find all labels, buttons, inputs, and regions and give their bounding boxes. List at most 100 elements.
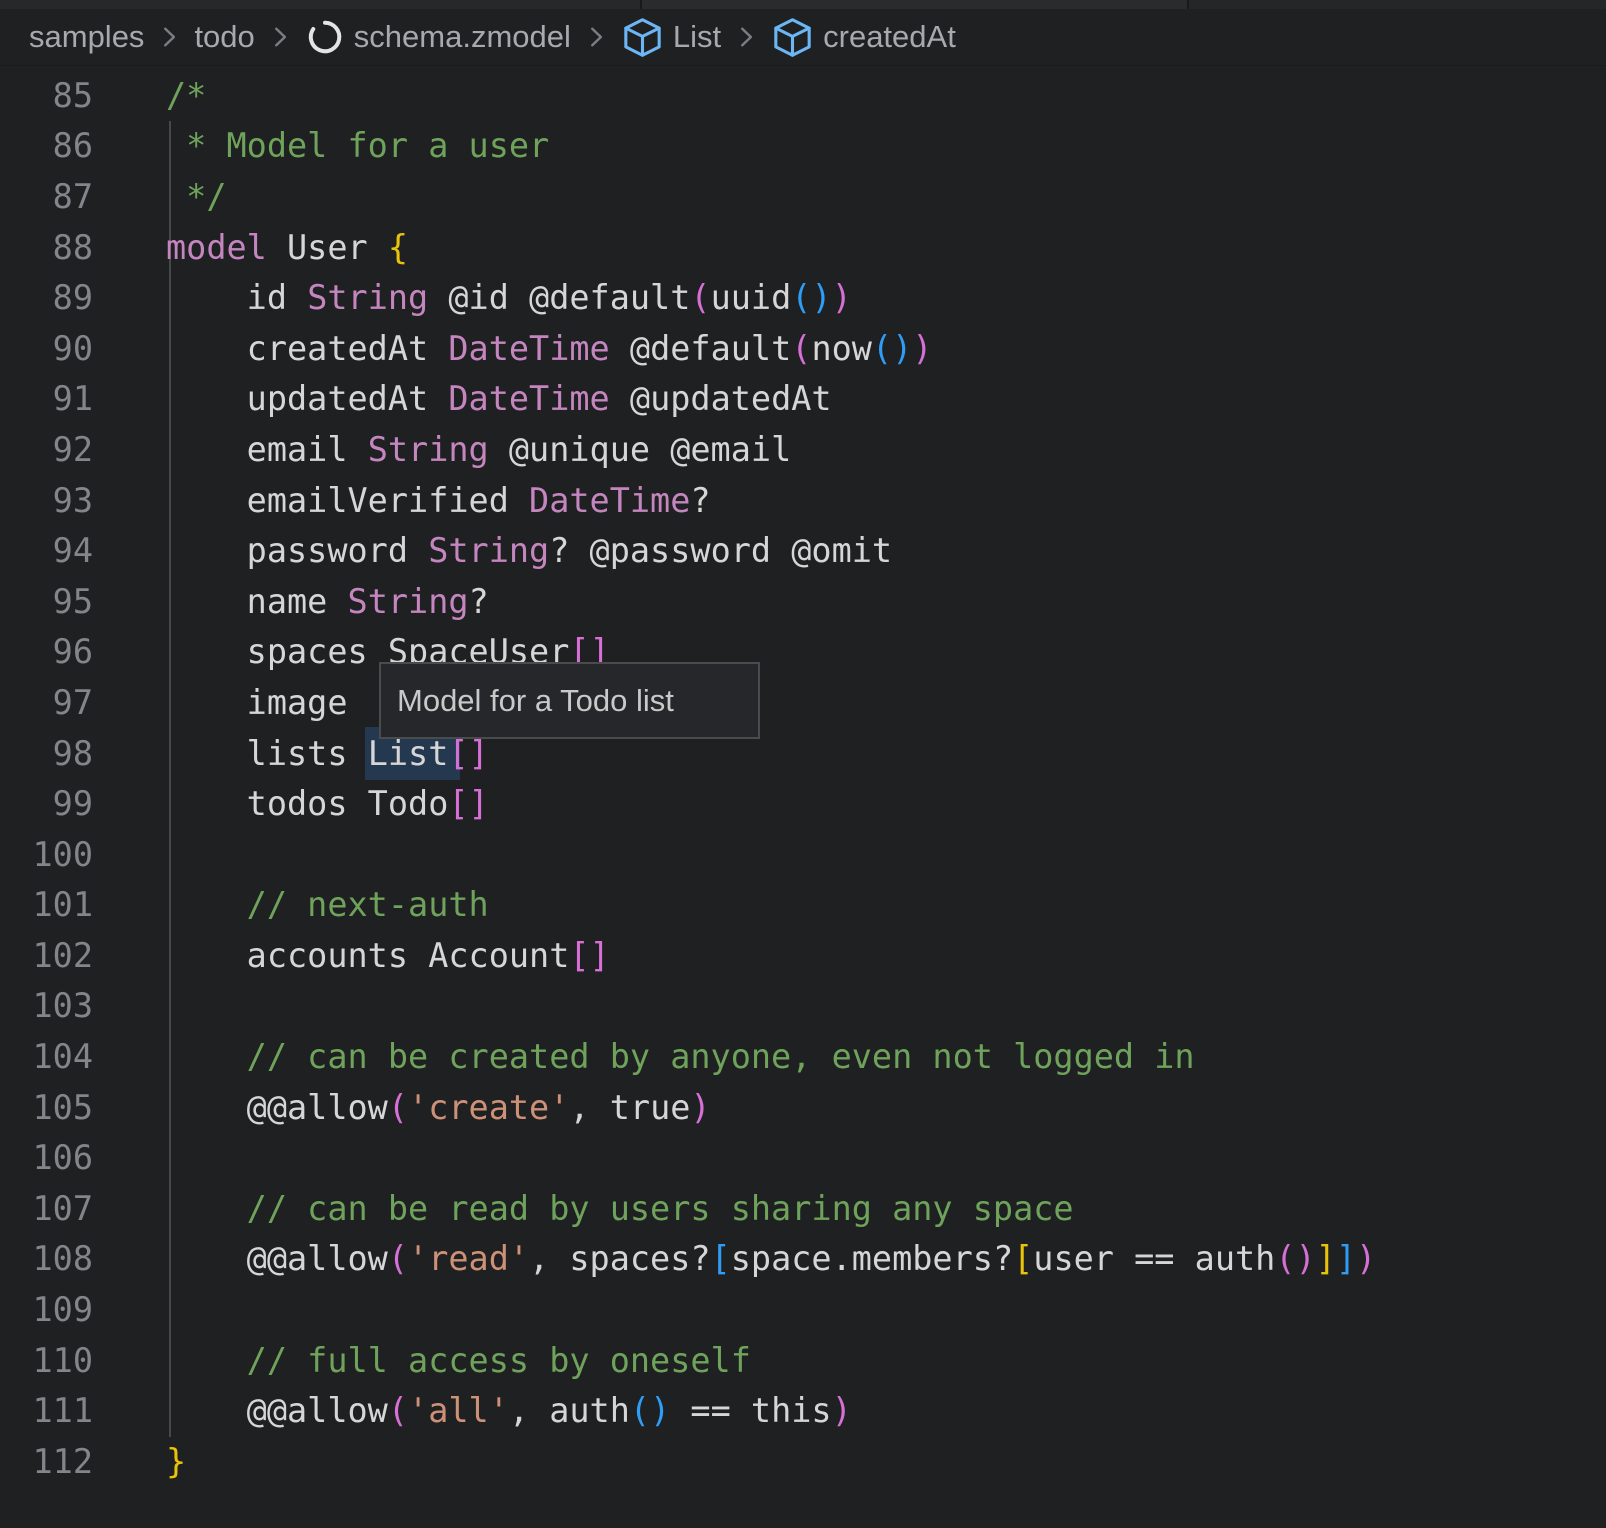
breadcrumb-item-list[interactable]: List: [621, 16, 721, 59]
code-line-text[interactable]: lists List[]: [93, 734, 489, 773]
tab-segment: [1189, 0, 1606, 9]
code-token: user == auth: [1033, 1239, 1275, 1278]
code-token: String: [368, 430, 489, 469]
code-line-text[interactable]: password String? @password @omit: [93, 531, 892, 570]
code-line-96: 96 spaces SpaceUser[]: [0, 627, 1606, 678]
code-token: id: [166, 278, 307, 317]
code-token: ]: [1316, 1239, 1336, 1278]
code-line-91: 91 updatedAt DateTime @updatedAt: [0, 374, 1606, 425]
line-number: 103: [0, 986, 93, 1025]
code-token: (): [791, 278, 831, 317]
code-line-85: 85/*: [0, 70, 1606, 121]
line-number: 86: [0, 126, 93, 165]
code-line-text[interactable]: name String?: [93, 582, 489, 621]
code-token: DateTime: [448, 329, 609, 368]
code-line-text[interactable]: updatedAt DateTime @updatedAt: [93, 379, 832, 418]
code-token: []: [448, 734, 488, 773]
code-token: (: [388, 1391, 408, 1430]
line-number: 110: [0, 1341, 93, 1380]
code-line-92: 92 email String @unique @email: [0, 424, 1606, 475]
breadcrumb: samples todo schema.zmodel List createdAt: [0, 9, 1606, 66]
code-token: (): [1275, 1239, 1315, 1278]
line-number: 108: [0, 1239, 93, 1278]
code-line-text[interactable]: */: [93, 177, 227, 216]
code-token: []: [569, 936, 609, 975]
code-line-109: 109: [0, 1284, 1606, 1335]
vscode-editor-window: { "breadcrumb": { "items": [ {"label": "…: [0, 0, 1606, 1528]
line-number: 111: [0, 1391, 93, 1430]
code-line-text[interactable]: // can be created by anyone, even not lo…: [93, 1037, 1195, 1076]
code-line-text[interactable]: }: [93, 1442, 186, 1481]
code-line-text[interactable]: @@allow('all', auth() == this): [93, 1391, 852, 1430]
code-line-111: 111 @@allow('all', auth() == this): [0, 1385, 1606, 1436]
code-line-108: 108 @@allow('read', spaces?[space.member…: [0, 1234, 1606, 1285]
line-number: 88: [0, 228, 93, 267]
code-line-107: 107 // can be read by users sharing any …: [0, 1183, 1606, 1234]
breadcrumb-item-createdat[interactable]: createdAt: [771, 16, 956, 59]
breadcrumb-item-schema-zmodel[interactable]: schema.zmodel: [305, 17, 571, 57]
breadcrumb-label: samples: [29, 19, 144, 55]
code-token: ? @password @omit: [549, 531, 892, 570]
code-line-103: 103: [0, 981, 1606, 1032]
line-number: 92: [0, 430, 93, 469]
loading-spinner-icon: [305, 17, 345, 57]
line-number: 90: [0, 329, 93, 368]
code-token: []: [448, 784, 488, 823]
code-token: [: [1013, 1239, 1033, 1278]
code-token: (: [690, 278, 710, 317]
code-token: (): [630, 1391, 670, 1430]
chevron-right-icon: [154, 22, 184, 52]
code-token: accounts Account: [166, 936, 569, 975]
breadcrumb-label: List: [673, 19, 721, 55]
code-token: ): [912, 329, 932, 368]
code-line-text[interactable]: @@allow('read', spaces?[space.members?[u…: [93, 1239, 1376, 1278]
code-token: password: [166, 531, 428, 570]
breadcrumb-item-todo[interactable]: todo: [194, 19, 254, 55]
code-line-text[interactable]: id String @id @default(uuid()): [93, 278, 852, 317]
code-editor[interactable]: 85/*86 * Model for a user87 */88model Us…: [0, 66, 1606, 1487]
line-number: 104: [0, 1037, 93, 1076]
code-line-text[interactable]: email String @unique @email: [93, 430, 791, 469]
line-number: 89: [0, 278, 93, 317]
symbol-model-icon: [771, 16, 814, 59]
code-token: @unique @email: [489, 430, 792, 469]
code-token: , spaces?: [529, 1239, 711, 1278]
code-token: , true: [569, 1088, 690, 1127]
code-token: model: [166, 228, 267, 267]
code-line-text[interactable]: createdAt DateTime @default(now()): [93, 329, 932, 368]
breadcrumb-item-samples[interactable]: samples: [29, 19, 144, 55]
code-line-95: 95 name String?: [0, 576, 1606, 627]
code-token: == this: [670, 1391, 831, 1430]
code-line-text[interactable]: // next-auth: [93, 885, 489, 924]
code-token: , auth: [509, 1391, 630, 1430]
code-line-98: 98 lists List[]: [0, 728, 1606, 779]
code-line-99: 99 todos Todo[]: [0, 778, 1606, 829]
code-line-text[interactable]: model User {: [93, 228, 408, 267]
line-number: 95: [0, 582, 93, 621]
tab-segment: [0, 0, 640, 9]
code-token: // full access by oneself: [166, 1341, 751, 1380]
breadcrumb-label: todo: [194, 19, 254, 55]
code-line-text[interactable]: accounts Account[]: [93, 936, 610, 975]
line-number: 102: [0, 936, 93, 975]
code-line-text[interactable]: emailVerified DateTime?: [93, 481, 711, 520]
hover-tooltip: Model for a Todo list: [379, 662, 760, 739]
code-line-text[interactable]: // can be read by users sharing any spac…: [93, 1189, 1074, 1228]
code-line-text[interactable]: image: [93, 683, 348, 722]
code-line-text[interactable]: /*: [93, 76, 206, 115]
code-line-88: 88model User {: [0, 222, 1606, 273]
code-line-text[interactable]: @@allow('create', true): [93, 1088, 711, 1127]
line-number: 98: [0, 734, 93, 773]
chevron-right-icon: [265, 22, 295, 52]
code-token: // can be read by users sharing any spac…: [166, 1189, 1074, 1228]
code-line-104: 104 // can be created by anyone, even no…: [0, 1031, 1606, 1082]
code-token: @@allow: [166, 1088, 388, 1127]
code-line-text[interactable]: * Model for a user: [93, 126, 549, 165]
code-token: @default: [610, 329, 792, 368]
code-line-text[interactable]: // full access by oneself: [93, 1341, 751, 1380]
code-token: lists: [166, 734, 368, 773]
code-token: ): [690, 1088, 710, 1127]
tooltip-text: Model for a Todo list: [397, 683, 674, 719]
code-line-text[interactable]: todos Todo[]: [93, 784, 489, 823]
code-token: */: [166, 177, 227, 216]
